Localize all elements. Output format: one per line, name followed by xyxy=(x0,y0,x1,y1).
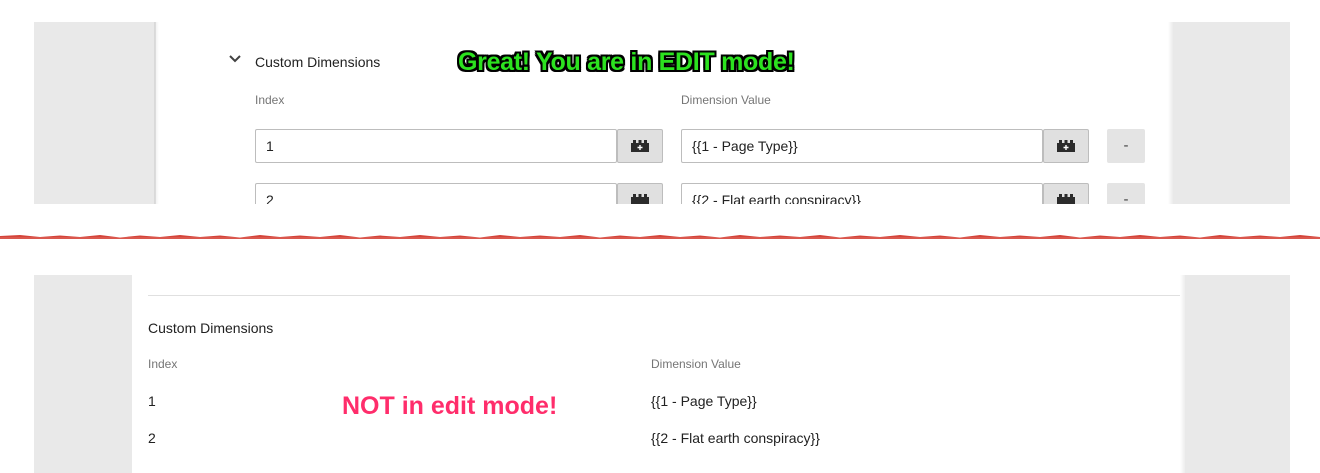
right-gutter-shadow xyxy=(1168,22,1173,204)
section-title[interactable]: Custom Dimensions xyxy=(255,54,380,70)
section-divider xyxy=(148,295,1180,296)
right-gutter xyxy=(1173,22,1290,204)
read-mode-banner: NOT in edit mode! xyxy=(342,392,558,420)
variable-picker-icon xyxy=(1057,140,1075,152)
variable-picker-button[interactable] xyxy=(1043,183,1089,204)
variable-picker-icon xyxy=(1057,194,1075,204)
index-value: 2 xyxy=(148,430,156,446)
variable-picker-button[interactable] xyxy=(617,183,663,204)
index-input[interactable]: 2 xyxy=(255,183,617,204)
chevron-down-icon[interactable] xyxy=(228,53,242,65)
edit-mode-panel: Custom Dimensions Great! You are in EDIT… xyxy=(0,0,1320,204)
section-title: Custom Dimensions xyxy=(148,320,274,336)
dimension-value: {{1 - Page Type}} xyxy=(651,393,757,409)
right-gutter-shadow xyxy=(1180,275,1185,473)
left-gutter xyxy=(34,22,156,204)
right-gutter xyxy=(1185,275,1290,473)
left-gutter xyxy=(34,275,132,473)
index-column-label: Index xyxy=(255,93,285,107)
value-column-label: Dimension Value xyxy=(651,357,741,371)
variable-picker-button[interactable] xyxy=(1043,129,1089,163)
dimension-value-input[interactable]: {{1 - Page Type}} xyxy=(681,129,1043,163)
edit-mode-banner: Great! You are in EDIT mode! xyxy=(458,48,795,76)
value-column-label: Dimension Value xyxy=(681,93,771,107)
torn-divider xyxy=(0,235,1320,239)
index-input[interactable]: 1 xyxy=(255,129,617,163)
dimension-value-input[interactable]: {{2 - Flat earth conspiracy}} xyxy=(681,183,1043,204)
index-value: 1 xyxy=(148,393,156,409)
variable-picker-icon xyxy=(631,140,649,152)
variable-picker-icon xyxy=(631,194,649,204)
remove-row-button[interactable]: - xyxy=(1107,183,1145,204)
remove-row-button[interactable]: - xyxy=(1107,129,1145,163)
left-gutter-shadow xyxy=(154,22,159,204)
index-column-label: Index xyxy=(148,357,178,371)
variable-picker-button[interactable] xyxy=(617,129,663,163)
dimension-value: {{2 - Flat earth conspiracy}} xyxy=(651,430,820,446)
